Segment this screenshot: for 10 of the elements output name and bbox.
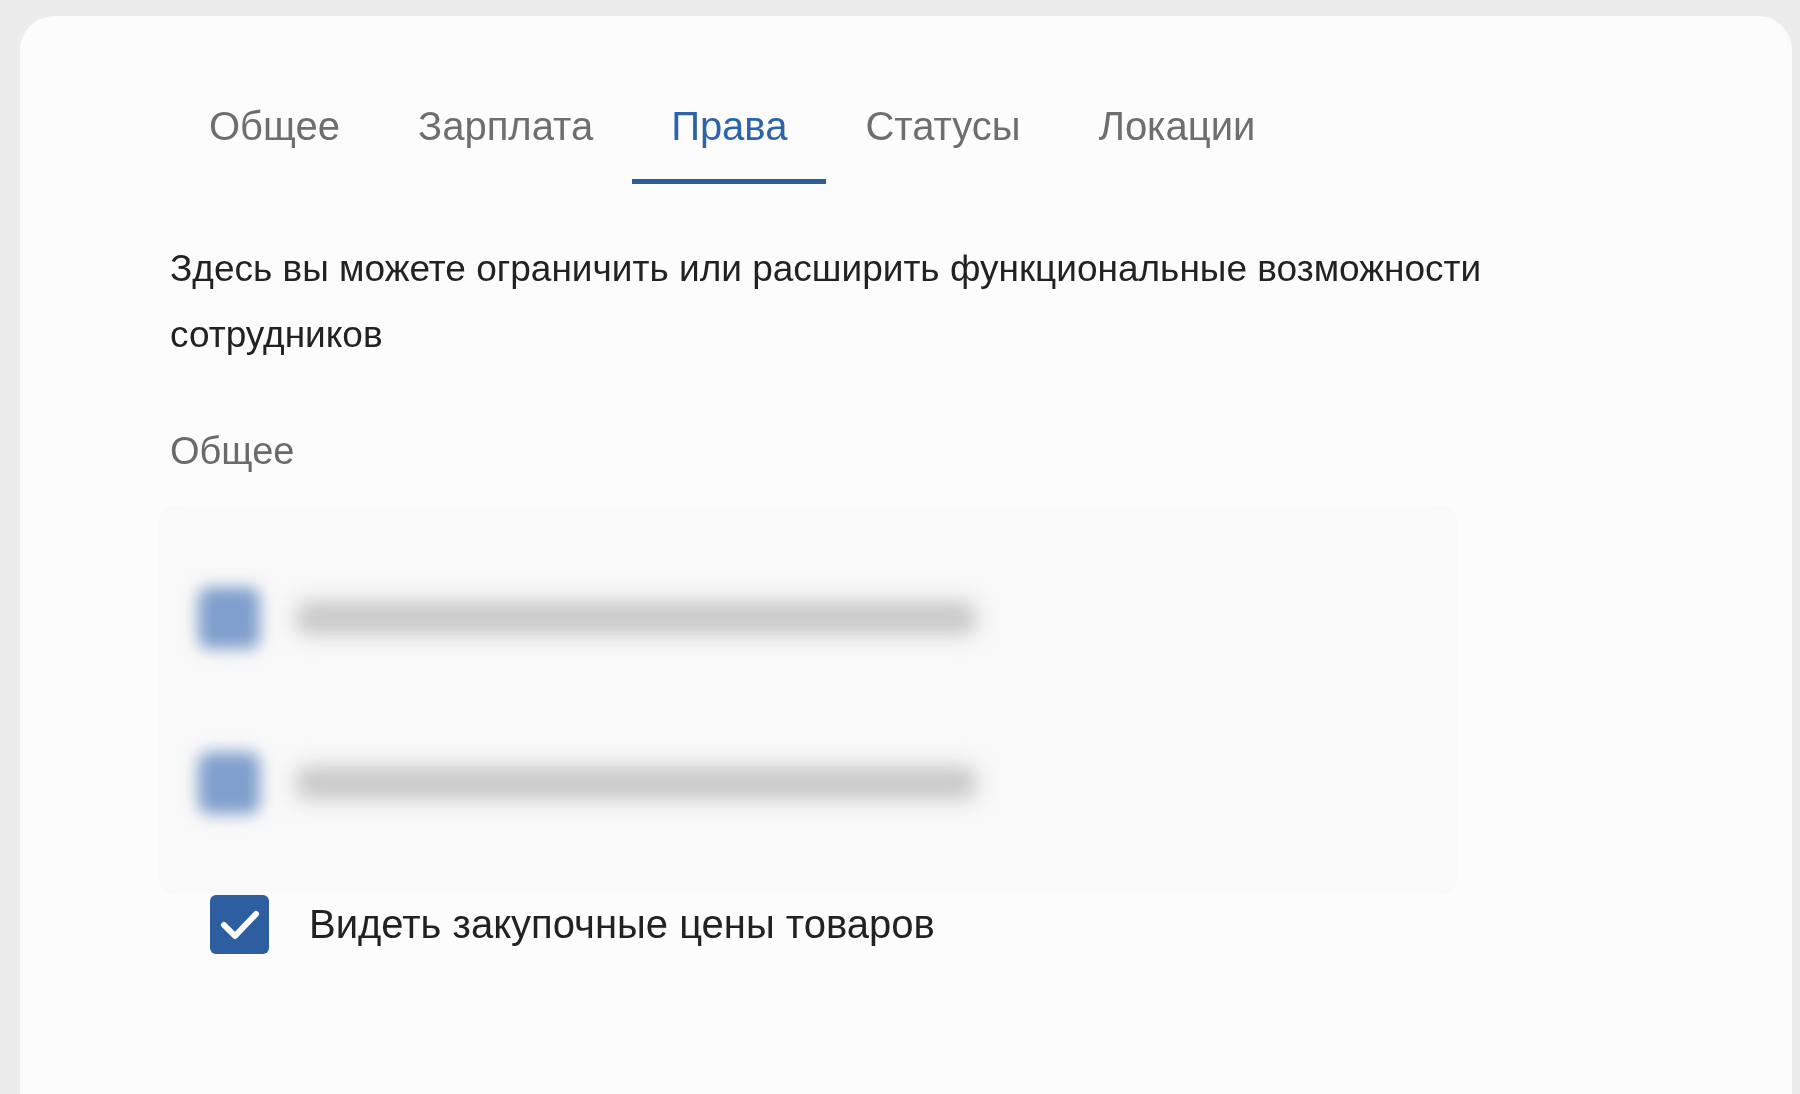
tab[interactable]: Статусы <box>826 86 1060 184</box>
checkbox[interactable] <box>210 895 269 954</box>
checkmark-icon <box>219 908 260 941</box>
description-text: Здесь вы можете ограничить или расширить функциональные возможности сотрудников <box>170 247 1483 357</box>
tab[interactable]: Зарплата <box>379 86 633 184</box>
tab[interactable]: Права <box>632 86 827 184</box>
section-title: Общее <box>170 430 296 473</box>
tab[interactable]: Общее <box>170 86 379 184</box>
checkbox-label: Видеть закупочные цены товаров <box>309 902 935 947</box>
tab[interactable]: Локации <box>1059 86 1295 184</box>
